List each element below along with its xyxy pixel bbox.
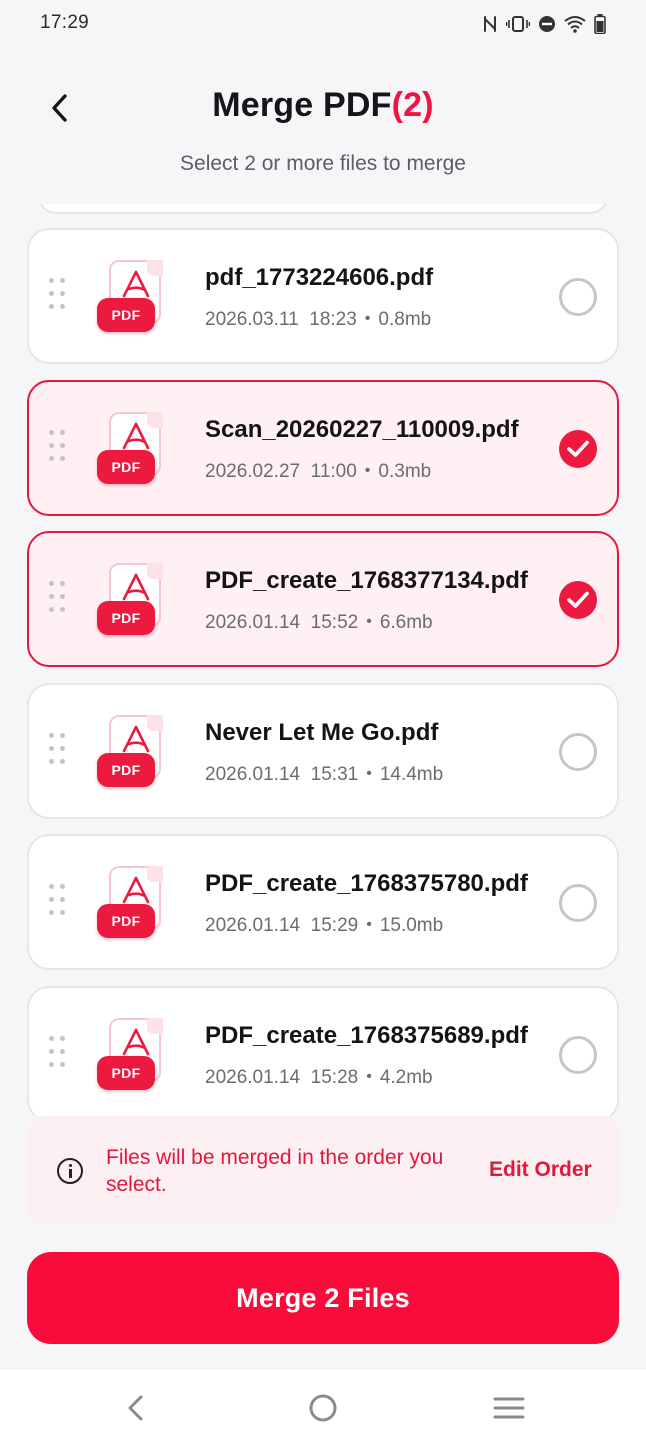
battery-icon <box>594 14 606 34</box>
status-icons <box>482 12 606 36</box>
file-date: 2026.01.14 <box>205 763 301 785</box>
selected-count: (2) <box>391 86 434 124</box>
pdf-icon-label: PDF <box>97 752 155 787</box>
file-date: 2026.02.27 <box>205 460 301 482</box>
screen: 17:29 Merge PDF(2) Select 2 or more file… <box>0 0 646 1440</box>
file-time: 15:31 <box>310 763 359 785</box>
file-size: 15.0mb <box>379 915 444 936</box>
pdf-icon-label: PDF <box>97 1055 155 1090</box>
wifi-icon <box>564 16 586 33</box>
file-date: 2026.03.11 <box>205 309 299 330</box>
nav-menu-button[interactable] <box>489 1388 529 1428</box>
info-text: Files will be merged in the order you se… <box>106 1146 444 1196</box>
file-card[interactable]: PDF pdf_1773224606.pdf 2026.03.11 18:23 • 0.… <box>27 228 619 364</box>
file-time: 15:52 <box>310 612 359 633</box>
file-name: pdf_1773224606.pdf <box>205 264 434 291</box>
file-size: 14.4mb <box>379 763 444 785</box>
edit-order-link[interactable]: Edit Order <box>489 1158 592 1182</box>
file-card[interactable]: PDF Scan_20260227_110009.pdf 2026.02.27 11… <box>27 379 619 516</box>
unselected-radio[interactable] <box>559 1035 597 1074</box>
nav-back-button[interactable] <box>116 1388 156 1428</box>
pdf-file-icon: PDF <box>97 714 163 791</box>
page-title: Merge PDF(2) <box>0 86 646 125</box>
system-nav-bar <box>0 1370 646 1440</box>
checkmark-icon <box>567 440 589 457</box>
pdf-icon-label: PDF <box>97 449 155 484</box>
meta-separator: • <box>364 310 371 327</box>
unselected-radio[interactable] <box>559 278 597 316</box>
status-bar: 17:29 <box>0 0 646 48</box>
pdf-file-icon: PDF <box>97 260 163 336</box>
selected-check-icon[interactable] <box>559 581 597 619</box>
pdf-icon-label: PDF <box>97 904 155 938</box>
file-name: Never Let Me Go.pdf <box>205 718 439 746</box>
file-name: PDF_create_1768377134.pdf <box>205 567 528 594</box>
drag-handle-icon[interactable] <box>49 1035 71 1072</box>
page-title-text: Merge PDF <box>212 86 392 124</box>
file-meta: 2026.01.14 15:29 • 15.0mb <box>205 915 443 937</box>
file-date: 2026.01.14 <box>205 612 301 633</box>
file-size: 0.8mb <box>378 309 432 330</box>
meta-separator: • <box>364 461 371 479</box>
pdf-file-icon: PDF <box>97 563 163 639</box>
file-meta: 2026.01.14 15:52 • 6.6mb <box>205 612 433 634</box>
file-card[interactable]: PDF PDF_create_1768375689.pdf 2026.01.14 1… <box>27 985 619 1116</box>
file-size: 0.3mb <box>378 460 432 482</box>
meta-separator: • <box>366 613 372 630</box>
file-card[interactable]: PDF Never Let Me Go.pdf 2026.01.14 15:31 • 1… <box>27 682 619 819</box>
pdf-file-icon: PDF <box>97 866 163 942</box>
file-name: Scan_20260227_110009.pdf <box>205 415 519 443</box>
drag-handle-icon[interactable] <box>49 732 71 769</box>
drag-handle-icon[interactable] <box>49 429 71 466</box>
drag-handle-icon[interactable] <box>49 278 71 314</box>
vibrate-icon <box>506 16 530 32</box>
info-banner: Files will be merged in the order you se… <box>27 1116 619 1222</box>
nav-home-button[interactable] <box>303 1388 343 1428</box>
file-size: 4.2mb <box>379 1066 433 1088</box>
page-subtitle: Select 2 or more files to merge <box>180 152 466 175</box>
file-date: 2026.01.14 <box>205 915 301 936</box>
file-time: 11:00 <box>310 460 357 482</box>
file-time: 15:29 <box>310 915 359 936</box>
file-list[interactable]: PDF pdf_1773224606.pdf 2026.03.11 18:23 • 0.… <box>0 204 646 1116</box>
nfc-icon <box>484 16 496 32</box>
meta-separator: • <box>366 764 372 782</box>
partial-file-card <box>38 204 608 214</box>
file-card[interactable]: PDF PDF_create_1768377134.pdf 2026.01.14 1… <box>27 531 619 667</box>
file-meta: 2026.02.27 11:00 • 0.3mb <box>205 461 431 483</box>
file-meta: 2026.03.11 18:23 • 0.8mb <box>205 309 431 331</box>
file-time: 15:28 <box>310 1066 359 1088</box>
nav-menu-icon <box>493 1397 525 1419</box>
drag-handle-icon[interactable] <box>49 884 71 920</box>
nav-home-icon <box>309 1394 337 1422</box>
merge-button[interactable]: Merge 2 Files <box>27 1252 619 1344</box>
unselected-radio[interactable] <box>559 884 597 922</box>
file-name: PDF_create_1768375780.pdf <box>205 870 528 897</box>
status-time: 17:29 <box>40 12 90 33</box>
pdf-file-icon: PDF <box>97 1017 163 1094</box>
drag-handle-icon[interactable] <box>49 581 71 617</box>
pdf-icon-label: PDF <box>97 298 155 332</box>
file-meta: 2026.01.14 15:28 • 4.2mb <box>205 1067 433 1089</box>
pdf-file-icon: PDF <box>97 411 163 488</box>
info-icon <box>57 1158 83 1184</box>
file-card[interactable]: PDF PDF_create_1768375780.pdf 2026.01.14 1… <box>27 834 619 970</box>
selected-check-icon[interactable] <box>559 429 597 468</box>
file-meta: 2026.01.14 15:31 • 14.4mb <box>205 764 443 786</box>
meta-separator: • <box>366 916 372 933</box>
do-not-disturb-icon <box>539 16 555 32</box>
checkmark-icon <box>567 591 589 608</box>
file-date: 2026.01.14 <box>205 1066 301 1088</box>
pdf-icon-label: PDF <box>97 601 155 635</box>
meta-separator: • <box>366 1067 372 1085</box>
unselected-radio[interactable] <box>559 732 597 771</box>
nav-back-icon <box>128 1395 143 1421</box>
file-name: PDF_create_1768375689.pdf <box>205 1021 528 1049</box>
file-time: 18:23 <box>309 309 357 330</box>
file-size: 6.6mb <box>379 612 433 633</box>
